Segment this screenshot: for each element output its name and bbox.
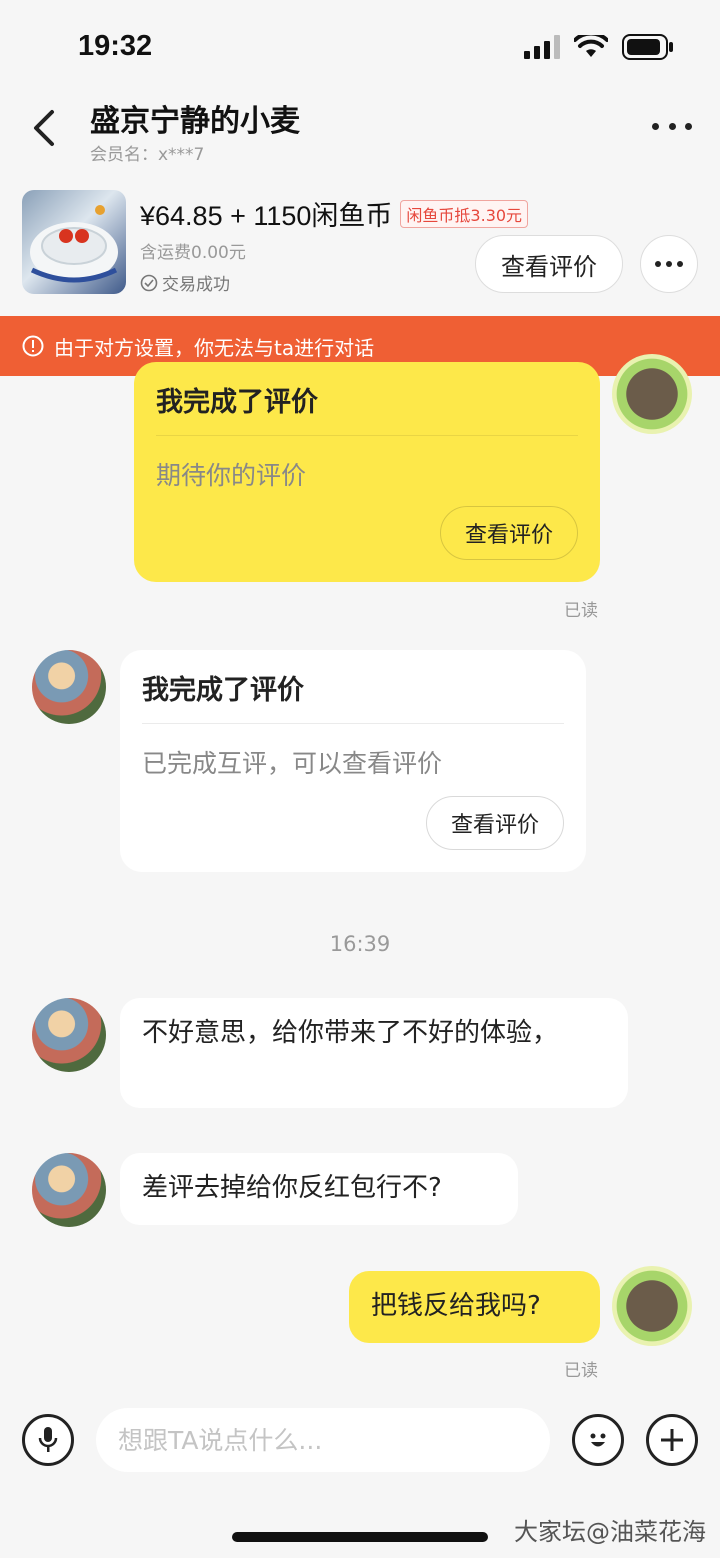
- deal-status-label: 交易成功: [162, 275, 230, 295]
- view-review-button[interactable]: 查看评价: [426, 796, 564, 850]
- message-timestamp: 16:39: [329, 932, 391, 956]
- plus-icon: [661, 1429, 683, 1451]
- voice-button[interactable]: [22, 1414, 74, 1466]
- shipping-fee: 含运费0.00元: [140, 243, 246, 263]
- emoji-button[interactable]: [572, 1414, 624, 1466]
- partner-avatar[interactable]: [32, 1153, 106, 1227]
- read-receipt: 已读: [564, 1361, 598, 1381]
- card-body: 期待你的评价: [156, 461, 307, 490]
- partner-review-card: 我完成了评价 已完成互评，可以查看评价 查看评价: [120, 650, 586, 872]
- partner-avatar[interactable]: [32, 650, 106, 724]
- banner-text: 由于对方设置，你无法与ta进行对话: [54, 335, 375, 360]
- product-bar: ¥64.85 + 1150闲鱼币 闲鱼币抵3.30元 含运费0.00元 交易成功…: [0, 180, 720, 316]
- check-circle-icon: [140, 274, 158, 291]
- battery-icon: [622, 34, 673, 60]
- read-receipt: 已读: [564, 601, 598, 621]
- my-avatar[interactable]: [612, 354, 692, 434]
- product-thumbnail[interactable]: [22, 190, 126, 294]
- card-body: 已完成互评，可以查看评价: [142, 749, 443, 778]
- product-more-button[interactable]: [640, 235, 698, 293]
- status-icons: [524, 34, 674, 60]
- view-review-button[interactable]: 查看评价: [475, 235, 623, 293]
- nav-bar: 盛京宁静的小麦 会员名：x***7: [0, 90, 720, 170]
- status-bar: 19:32: [0, 0, 720, 90]
- signal-icon: [524, 35, 560, 59]
- alert-circle-icon: [22, 335, 44, 357]
- wifi-icon: [574, 35, 608, 57]
- microphone-icon: [38, 1427, 58, 1452]
- dot-icon: [685, 122, 692, 130]
- my-avatar[interactable]: [612, 1266, 692, 1346]
- message-input-bar: [0, 1400, 720, 1486]
- smiley-icon: [590, 1433, 606, 1447]
- view-review-button[interactable]: 查看评价: [440, 506, 578, 560]
- status-time: 19:32: [78, 30, 153, 62]
- card-title: 我完成了评价: [156, 362, 578, 436]
- chevron-left-icon: [34, 110, 54, 146]
- member-name: 会员名：x***7: [90, 145, 205, 165]
- partner-message: 差评去掉给你反红包行不?: [120, 1153, 518, 1225]
- dot-icon: [666, 261, 672, 267]
- my-message: 把钱反给我吗?: [349, 1271, 600, 1343]
- dot-icon: [655, 261, 661, 267]
- dot-icon: [677, 261, 683, 267]
- dot-icon: [668, 122, 676, 130]
- product-image: [30, 205, 118, 283]
- partner-message: 不好意思，给你带来了不好的体验，: [120, 998, 628, 1108]
- product-price: ¥64.85 + 1150闲鱼币: [140, 201, 393, 231]
- watermark: 大家坛@油菜花海: [514, 1518, 706, 1546]
- message-input[interactable]: [96, 1408, 550, 1472]
- partner-avatar[interactable]: [32, 998, 106, 1072]
- add-attachment-button[interactable]: [646, 1414, 698, 1466]
- coin-deduction-badge: 闲鱼币抵3.30元: [400, 199, 529, 228]
- my-review-card: 我完成了评价 期待你的评价 查看评价: [134, 362, 600, 582]
- price-line: ¥64.85 + 1150闲鱼币 闲鱼币抵3.30元: [140, 194, 529, 233]
- home-indicator[interactable]: [232, 1532, 488, 1542]
- card-title: 我完成了评价: [142, 650, 564, 724]
- deal-status: 交易成功: [140, 270, 230, 295]
- chat-partner-name: 盛京宁静的小麦: [90, 104, 300, 139]
- dot-icon: [652, 122, 659, 130]
- more-options-button[interactable]: [652, 114, 692, 138]
- back-button[interactable]: [28, 108, 64, 148]
